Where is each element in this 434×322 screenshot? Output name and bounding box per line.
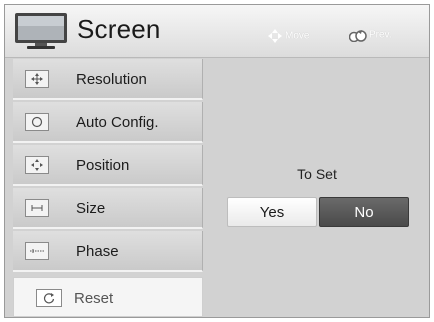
size-icon (25, 199, 49, 217)
prev-hint: Prev. (348, 28, 392, 43)
menu-item-label: Phase (76, 243, 119, 260)
resolution-icon (25, 70, 49, 88)
reset-icon (36, 289, 62, 307)
page-title: Screen (77, 14, 161, 44)
menu-item-label: Size (76, 200, 106, 217)
tv-screen-icon (13, 11, 69, 56)
menu-item-label: Position (76, 157, 130, 174)
screen-settings-window: Screen Move Prev. Resolution Auto Config… (4, 4, 430, 318)
move-hint: Move (267, 28, 309, 44)
confirm-panel: To Set Yes No (205, 59, 429, 317)
phase-icon (25, 242, 49, 260)
position-icon (25, 156, 49, 174)
yes-button[interactable]: Yes (227, 197, 317, 227)
menu-item-auto-config[interactable]: Auto Config. (13, 102, 203, 143)
no-button[interactable]: No (319, 197, 409, 227)
reset-label: Reset (74, 290, 114, 307)
auto-config-icon (25, 113, 49, 131)
prev-hint-label: Prev. (369, 29, 392, 41)
menu-item-reset[interactable]: Reset (13, 277, 203, 317)
settings-menu: Resolution Auto Config. Position Size Ph… (13, 59, 203, 275)
move-hint-label: Move (285, 30, 310, 42)
menu-item-label: Resolution (76, 71, 147, 88)
menu-item-label: Auto Config. (76, 114, 159, 131)
menu-item-resolution[interactable]: Resolution (13, 59, 203, 100)
confirm-prompt: To Set (297, 166, 337, 182)
menu-item-size[interactable]: Size (13, 188, 203, 229)
menu-item-phase[interactable]: Phase (13, 231, 203, 272)
menu-item-position[interactable]: Position (13, 145, 203, 186)
return-icon (348, 30, 367, 43)
four-arrows-icon (268, 29, 282, 43)
header-bar: Screen Move Prev. (5, 5, 429, 58)
